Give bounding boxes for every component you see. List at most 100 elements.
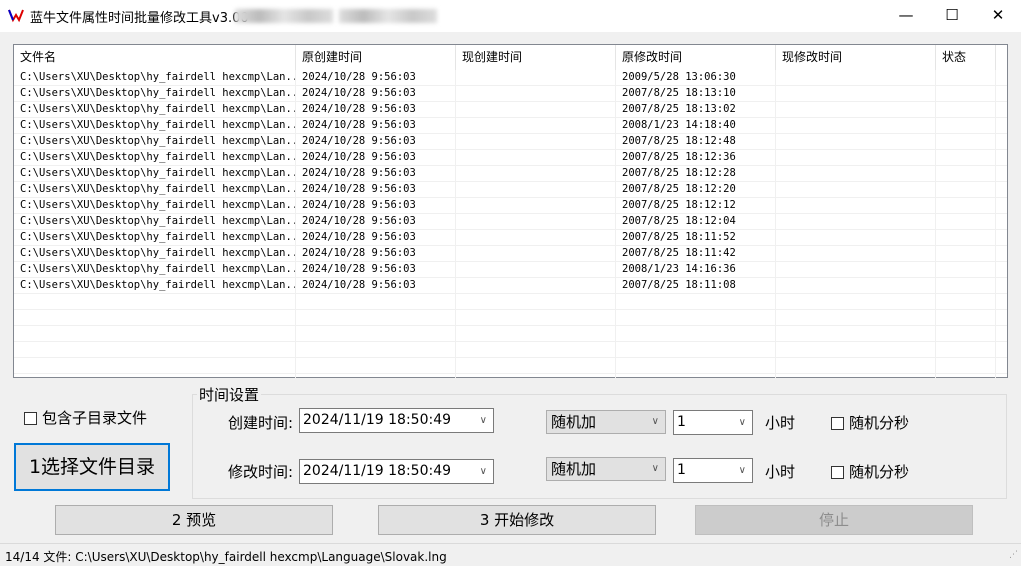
status-bar: 14/14 文件: C:\Users\XU\Desktop\hy_fairdel…	[0, 543, 1021, 566]
checkbox-icon	[24, 412, 37, 425]
table-row[interactable]: C:\Users\XU\Desktop\hy_fairdell hexcmp\L…	[14, 118, 1007, 134]
cell-orig-created: 2024/10/28 9:56:03	[296, 278, 456, 294]
table-row[interactable]: C:\Users\XU\Desktop\hy_fairdell hexcmp\L…	[14, 214, 1007, 230]
file-list[interactable]: 文件名 原创建时间 现创建时间 原修改时间 现修改时间 状态 C:\Users\…	[13, 44, 1008, 390]
table-row[interactable]	[14, 326, 1007, 342]
table-row[interactable]: C:\Users\XU\Desktop\hy_fairdell hexcmp\L…	[14, 198, 1007, 214]
include-subdirs-label: 包含子目录文件	[42, 409, 148, 427]
table-row[interactable]: C:\Users\XU\Desktop\hy_fairdell hexcmp\L…	[14, 70, 1007, 86]
cell-new-modified	[776, 278, 936, 294]
modify-time-label: 修改时间:	[228, 463, 294, 481]
modify-random-seconds-checkbox[interactable]: 随机分秒	[831, 461, 909, 482]
table-row[interactable]: C:\Users\XU\Desktop\hy_fairdell hexcmp\L…	[14, 102, 1007, 118]
cell-filename	[14, 358, 296, 374]
create-time-value: 2024/11/19 18:50:49	[303, 412, 452, 428]
maximize-button[interactable]: ☐	[929, 0, 975, 32]
cell-filename: C:\Users\XU\Desktop\hy_fairdell hexcmp\L…	[14, 246, 296, 262]
table-row[interactable]: C:\Users\XU\Desktop\hy_fairdell hexcmp\L…	[14, 230, 1007, 246]
cell-new-modified	[776, 262, 936, 278]
cell-new-created	[456, 230, 616, 246]
preview-button[interactable]: 2 预览	[55, 505, 333, 535]
cell-new-modified	[776, 182, 936, 198]
cell-orig-created: 2024/10/28 9:56:03	[296, 118, 456, 134]
cell-status	[936, 310, 996, 326]
cell-orig-created: 2024/10/28 9:56:03	[296, 70, 456, 86]
column-header-status[interactable]: 状态	[936, 45, 996, 71]
cell-status	[936, 214, 996, 230]
modify-mode-select[interactable]: 随机加 ∨	[546, 457, 666, 481]
cell-new-created	[456, 294, 616, 310]
table-row[interactable]	[14, 294, 1007, 310]
cell-new-created	[456, 134, 616, 150]
column-header-filename[interactable]: 文件名	[14, 45, 296, 71]
cell-new-modified	[776, 246, 936, 262]
column-header-orig-created[interactable]: 原创建时间	[296, 45, 456, 71]
cell-new-modified	[776, 70, 936, 86]
column-header-new-created[interactable]: 现创建时间	[456, 45, 616, 71]
create-mode-select[interactable]: 随机加 ∨	[546, 410, 666, 434]
table-row[interactable]	[14, 342, 1007, 358]
cell-filename: C:\Users\XU\Desktop\hy_fairdell hexcmp\L…	[14, 198, 296, 214]
cell-new-modified	[776, 294, 936, 310]
cell-orig-modified	[616, 358, 776, 374]
cell-new-created	[456, 182, 616, 198]
cell-orig-modified: 2007/8/25 18:13:10	[616, 86, 776, 102]
blurred-text	[235, 9, 333, 23]
table-row[interactable]: C:\Users\XU\Desktop\hy_fairdell hexcmp\L…	[14, 150, 1007, 166]
cell-orig-modified: 2007/8/25 18:12:04	[616, 214, 776, 230]
checkbox-icon	[831, 417, 844, 430]
cell-orig-modified: 2007/8/25 18:11:08	[616, 278, 776, 294]
modify-random-label: 随机分秒	[849, 463, 910, 481]
cell-new-created	[456, 86, 616, 102]
table-row[interactable]: C:\Users\XU\Desktop\hy_fairdell hexcmp\L…	[14, 262, 1007, 278]
cell-orig-created	[296, 374, 456, 390]
cell-status	[936, 262, 996, 278]
cell-new-modified	[776, 134, 936, 150]
cell-orig-modified	[616, 342, 776, 358]
cell-new-modified	[776, 230, 936, 246]
create-random-seconds-checkbox[interactable]: 随机分秒	[831, 412, 909, 433]
table-row[interactable]: C:\Users\XU\Desktop\hy_fairdell hexcmp\L…	[14, 166, 1007, 182]
create-time-label: 创建时间:	[228, 414, 294, 432]
column-header-orig-modified[interactable]: 原修改时间	[616, 45, 776, 71]
column-header-new-modified[interactable]: 现修改时间	[776, 45, 936, 71]
window-title: 蓝牛文件属性时间批量修改工具v3.00	[30, 11, 249, 26]
include-subdirs-checkbox[interactable]: 包含子目录文件	[24, 407, 147, 428]
cell-new-modified	[776, 358, 936, 374]
table-row[interactable]	[14, 374, 1007, 390]
select-directory-button[interactable]: 1选择文件目录	[14, 443, 170, 491]
table-row[interactable]: C:\Users\XU\Desktop\hy_fairdell hexcmp\L…	[14, 246, 1007, 262]
modify-amount-select[interactable]: 1 ∨	[673, 458, 753, 483]
chevron-down-icon: ∨	[651, 416, 659, 427]
chevron-down-icon: ∨	[479, 466, 487, 477]
cell-new-created	[456, 278, 616, 294]
table-row[interactable]: C:\Users\XU\Desktop\hy_fairdell hexcmp\L…	[14, 182, 1007, 198]
resize-grip-icon[interactable]: ⋰	[1009, 550, 1018, 560]
minimize-button[interactable]: —	[883, 0, 929, 32]
close-button[interactable]: ✕	[975, 0, 1021, 32]
cell-orig-created: 2024/10/28 9:56:03	[296, 246, 456, 262]
cell-orig-created	[296, 342, 456, 358]
table-row[interactable]: C:\Users\XU\Desktop\hy_fairdell hexcmp\L…	[14, 86, 1007, 102]
create-mode-value: 随机加	[551, 413, 597, 431]
table-row[interactable]: C:\Users\XU\Desktop\hy_fairdell hexcmp\L…	[14, 278, 1007, 294]
modify-time-picker[interactable]: 2024/11/19 18:50:49 ∨	[299, 459, 494, 484]
create-time-picker[interactable]: 2024/11/19 18:50:49 ∨	[299, 408, 494, 433]
table-row[interactable]	[14, 310, 1007, 326]
create-amount-select[interactable]: 1 ∨	[673, 410, 753, 435]
cell-filename: C:\Users\XU\Desktop\hy_fairdell hexcmp\L…	[14, 214, 296, 230]
cell-status	[936, 118, 996, 134]
cell-orig-modified: 2007/8/25 18:12:20	[616, 182, 776, 198]
cell-status	[936, 358, 996, 374]
cell-new-created	[456, 342, 616, 358]
cell-filename: C:\Users\XU\Desktop\hy_fairdell hexcmp\L…	[14, 230, 296, 246]
cell-orig-created: 2024/10/28 9:56:03	[296, 198, 456, 214]
table-row[interactable]: C:\Users\XU\Desktop\hy_fairdell hexcmp\L…	[14, 134, 1007, 150]
start-modify-button[interactable]: 3 开始修改	[378, 505, 656, 535]
cell-new-modified	[776, 150, 936, 166]
cell-orig-modified: 2007/8/25 18:13:02	[616, 102, 776, 118]
cell-orig-created: 2024/10/28 9:56:03	[296, 262, 456, 278]
cell-orig-modified	[616, 294, 776, 310]
cell-new-created	[456, 374, 616, 390]
table-row[interactable]	[14, 358, 1007, 374]
